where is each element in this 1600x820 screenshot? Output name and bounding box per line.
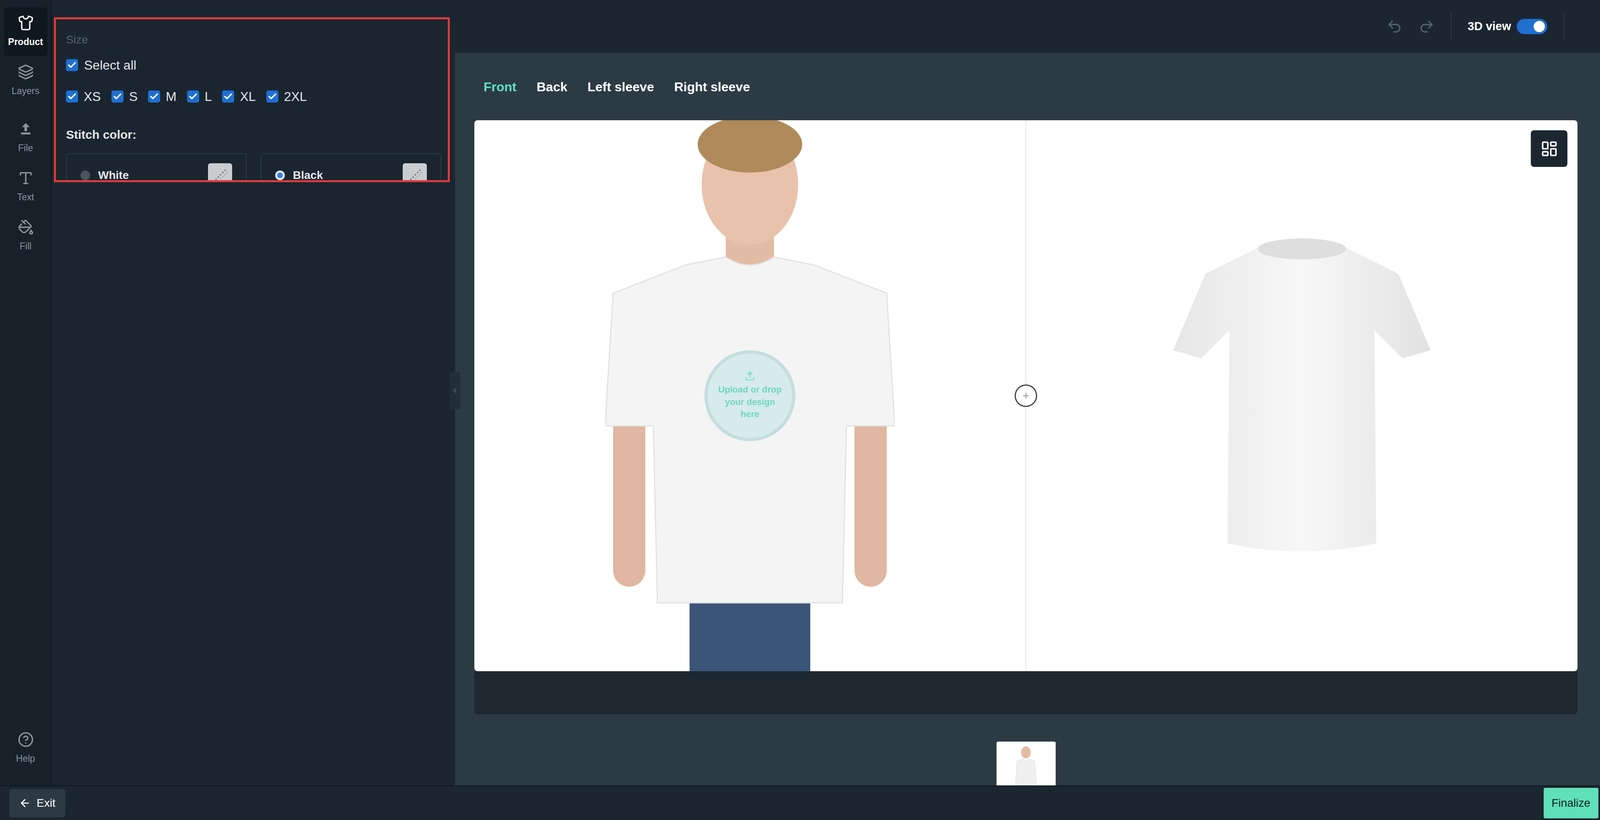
radio[interactable] xyxy=(275,170,285,181)
size-checkbox[interactable] xyxy=(266,90,279,103)
check-icon xyxy=(67,91,77,102)
front-view: Upload or drop your design here xyxy=(474,120,1026,672)
view-tab[interactable]: Left sleeve xyxy=(587,77,654,97)
canvas-footer xyxy=(474,671,1578,715)
highlight-box: Size Select all XS SML XL 2XL Stitch color: Whi… xyxy=(53,17,450,183)
check-icon xyxy=(267,91,278,102)
editor: Front Back Left sleeve Right sleeve Upload o… xyxy=(455,53,1600,786)
view-tab[interactable]: Back xyxy=(536,77,568,97)
size-options: XS SML XL 2XL xyxy=(65,86,442,107)
rail-icon xyxy=(17,219,34,236)
main-area: 3D view Front Back Left sleeve Right sleeve U… xyxy=(455,0,1600,786)
check-icon xyxy=(112,91,123,102)
stitch-title: Stitch color: xyxy=(65,125,442,144)
rail-item[interactable]: Text xyxy=(4,162,48,212)
stitch-option[interactable]: Black xyxy=(260,153,442,183)
product-panel: Size Select all XS SML XL 2XL Stitch color: Whi… xyxy=(51,0,456,786)
view-thumbnail[interactable] xyxy=(996,741,1056,786)
layout-button[interactable] xyxy=(1530,130,1568,167)
check-icon xyxy=(67,60,77,71)
view-tab[interactable]: Right sleeve xyxy=(674,77,751,97)
canvas: Upload or drop your design here + xyxy=(474,120,1578,672)
workspace: ProductLayers FileTextFill Help Size Select … xyxy=(0,0,1600,786)
shirt-3d-icon xyxy=(1173,237,1431,554)
stitch-option[interactable]: White xyxy=(65,153,247,183)
exit-button[interactable]: Exit xyxy=(9,789,66,818)
top-bar: 3D view xyxy=(455,0,1600,54)
size-option[interactable]: M xyxy=(148,86,177,107)
split-handle[interactable]: + xyxy=(1014,384,1038,408)
size-option[interactable]: XL xyxy=(222,86,256,107)
size-title: Size xyxy=(65,31,442,49)
size-option[interactable]: 2XL xyxy=(266,86,307,107)
stitch-swatch-icon xyxy=(402,163,427,183)
select-all[interactable]: Select all xyxy=(65,55,442,75)
rail-icon xyxy=(17,170,34,187)
size-checkbox[interactable] xyxy=(222,90,235,103)
undo-icon[interactable] xyxy=(1386,18,1403,35)
rail-item[interactable]: Product xyxy=(4,7,48,57)
check-icon xyxy=(149,91,159,102)
check-icon xyxy=(188,91,198,102)
check-icon xyxy=(223,91,233,102)
upload-dropzone[interactable]: Upload or drop your design here xyxy=(704,350,796,442)
size-option[interactable]: S xyxy=(111,86,138,107)
stitch-options: White Black xyxy=(65,153,442,183)
rail-icon xyxy=(17,14,34,31)
size-option[interactable]: XS xyxy=(65,86,101,107)
rail-icon xyxy=(17,121,34,138)
view-tabs: Front Back Left sleeve Right sleeve xyxy=(474,53,1578,121)
radio[interactable] xyxy=(80,170,91,181)
size-checkbox[interactable] xyxy=(111,90,124,103)
rail-icon xyxy=(17,63,34,81)
view-3d-toggle[interactable]: 3D view xyxy=(1467,17,1548,36)
finalize-button[interactable]: Finalize xyxy=(1543,788,1599,819)
rail-item[interactable]: File xyxy=(4,113,48,163)
arrow-left-icon xyxy=(18,797,31,810)
chevron-left-icon xyxy=(450,386,460,395)
bottom-bar: Exit Finalize xyxy=(0,785,1600,820)
layout-icon xyxy=(1540,140,1559,158)
upload-icon xyxy=(744,370,756,382)
size-checkbox[interactable] xyxy=(148,90,161,103)
size-checkbox[interactable] xyxy=(65,90,79,103)
icon-rail: ProductLayers FileTextFill Help xyxy=(0,0,52,786)
help-icon xyxy=(17,731,34,748)
size-checkbox[interactable] xyxy=(187,90,200,103)
rail-item[interactable]: Layers xyxy=(4,56,48,106)
rail-item[interactable]: Fill xyxy=(4,211,48,261)
collapse-handle[interactable] xyxy=(449,372,461,410)
redo-icon[interactable] xyxy=(1418,18,1435,35)
size-option[interactable]: L xyxy=(187,86,213,107)
model-3d-view xyxy=(1026,120,1578,672)
stitch-swatch-icon xyxy=(207,163,233,183)
help-button[interactable]: Help xyxy=(16,731,36,767)
app: ProductLayers FileTextFill Help Size Select … xyxy=(0,0,1600,820)
view-tab[interactable]: Front xyxy=(483,77,517,97)
select-all-checkbox[interactable] xyxy=(65,59,79,72)
